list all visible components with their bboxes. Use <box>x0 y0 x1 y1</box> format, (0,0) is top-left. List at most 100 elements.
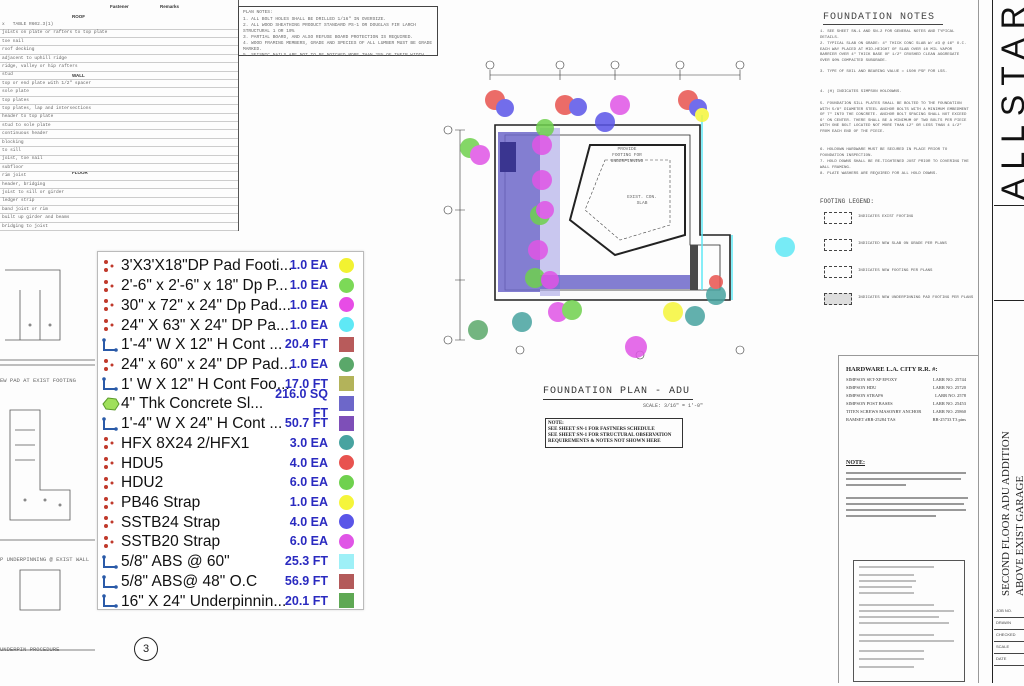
sheet-divider-vertical <box>838 355 839 683</box>
plan-scale: SCALE: 3/16" = 1'-0" <box>643 403 704 409</box>
hardware-row-label: SIMPSON POST BASES <box>846 401 893 406</box>
takeoff-item-row[interactable]: SSTB20 Strap 6.0 EA <box>98 532 363 552</box>
foundation-note: 7. HOLD DOWNS SHALL BE RE-TIGHTENED JUST… <box>820 160 969 170</box>
title-block-cell: SCALE <box>996 644 1010 649</box>
schedule-row-label: blocking <box>2 139 24 145</box>
takeoff-item-color-swatch <box>339 258 354 273</box>
hardware-row: SIMPSON POST BASES LARR NO. 25453 <box>846 401 966 406</box>
title-block-cell: DRAWN <box>996 620 1011 625</box>
schedule-row: top plates <box>0 98 238 106</box>
schedule-row: x TABLE R602.3(1) <box>0 22 238 30</box>
schedule-row: joists on plate or rafters to top plate <box>0 30 238 38</box>
takeoff-item-row[interactable]: SSTB24 Strap 4.0 EA <box>98 512 363 532</box>
schedule-row-label: joist to sill or girder <box>2 190 65 195</box>
takeoff-item-color-swatch <box>339 356 354 372</box>
takeoff-item-row[interactable]: 30" x 72" x 24" Dp Pad... 1.0 EA <box>98 295 363 315</box>
schedule-row-label: joist, toe nail <box>2 156 43 162</box>
takeoff-item-row[interactable]: 5/8" ABS@ 48" O.C 56.9 FT <box>98 572 363 592</box>
schedule-row-label: rim joist <box>2 173 27 179</box>
takeoff-item-qty: 3.0 EA <box>289 435 328 450</box>
takeoff-item-color-swatch <box>339 593 354 609</box>
schedule-row-label: to sill <box>2 148 21 153</box>
takeoff-item-color-swatch <box>339 297 354 313</box>
takeoff-item-color-swatch <box>339 415 354 431</box>
linear-measure-icon <box>102 338 118 352</box>
plan-notes-line: 2. ALL WOOD SHEATHING PRODUCT STANDARD P… <box>243 23 416 34</box>
takeoff-item-qty: 20.4 FT <box>284 337 328 352</box>
hardware-row-value: RR-25733 T3 pins <box>932 417 966 422</box>
schedule-row-label: ledger strip <box>2 198 35 204</box>
count-dots-icon <box>102 535 118 549</box>
linear-measure-icon <box>102 377 118 392</box>
title-block-divider-2 <box>994 300 1024 301</box>
foundation-note: 3. TYPE OF SOIL AND BEARING VALUE = 1500… <box>820 70 948 74</box>
hardware-row-label: RAMSET #RR-25284 TAS <box>846 417 896 422</box>
label-underpin-procedure: UNDERPIN PROCEDURE <box>0 646 60 653</box>
takeoff-item-color-swatch <box>339 317 354 333</box>
takeoff-item-row[interactable]: 1'-4" W X 24" H Cont ... 50.7 FT <box>98 414 363 434</box>
hardware-row-value: LARR NO. 25453 <box>932 401 966 406</box>
schedule-row: blocking <box>0 140 238 148</box>
schedule-row: toe nail <box>0 39 238 47</box>
takeoff-item-row[interactable]: 2'-6" x 2'-6" x 18" Dp P... 1.0 EA <box>98 276 363 296</box>
takeoff-item-qty: 20.1 FT <box>284 593 328 608</box>
takeoff-item-row[interactable]: 5/8" ABS @ 60" 25.3 FT <box>98 552 363 572</box>
schedule-row: top plates, lap and intersections <box>0 106 238 114</box>
takeoff-item-row[interactable]: 24" x 60" x 24" DP Pad... 1.0 EA <box>98 355 363 375</box>
schedule-row: roof decking <box>0 47 238 55</box>
schedule-row: band joist or rim <box>0 207 238 215</box>
takeoff-item-row[interactable]: HDU2 6.0 EA <box>98 473 363 493</box>
schedule-row-label: sole plate <box>2 89 30 95</box>
schedule-row: adjacent to uphill ridge <box>0 56 238 64</box>
takeoff-item-row[interactable]: 4" Thk Concrete Sl... 216.0 SQ FT <box>98 387 363 420</box>
takeoff-item-row[interactable]: 16" X 24" Underpinnin... 20.1 FT <box>98 591 363 611</box>
takeoff-item-color-swatch <box>339 336 354 352</box>
title-block-cell: DATE <box>996 656 1007 661</box>
left-detail-drawings <box>0 269 95 651</box>
takeoff-item-qty: 25.3 FT <box>284 554 328 569</box>
takeoff-item-row[interactable]: 1'-4" W X 12" H Cont ... 20.4 FT <box>98 335 363 355</box>
title-block-cell: CHECKED <box>996 632 1016 637</box>
schedule-row: stud <box>0 72 238 80</box>
takeoff-item-qty: 50.7 FT <box>284 416 328 431</box>
plan-notes-title: PLAN NOTES: <box>243 10 273 15</box>
takeoff-item-color-swatch <box>339 494 354 510</box>
schedule-row-label: bridging to joist <box>2 223 48 229</box>
page-number-badge[interactable]: 3 <box>134 637 158 661</box>
count-dots-icon <box>102 436 118 450</box>
schedule-row: continuous header <box>0 131 238 139</box>
takeoff-item-qty: 1.0 EA <box>289 258 328 273</box>
count-dots-icon <box>102 298 118 312</box>
foundation-note: 5. FOUNDATION SILL PLATES SHALL BE BOLTE… <box>820 102 969 134</box>
takeoff-item-row[interactable]: HFX 8X24 2/HFX1 3.0 EA <box>98 433 363 453</box>
schedule-row-label: adjacent to uphill ridge <box>2 55 67 61</box>
title-block-cell: JOB NO. <box>996 608 1013 613</box>
takeoff-item-color-swatch <box>339 435 354 451</box>
takeoff-item-row[interactable]: 3'X3'X18"DP Pad Footi... 1.0 EA <box>98 256 363 276</box>
takeoff-item-row[interactable]: PB46 Strap 1.0 EA <box>98 493 363 513</box>
schedule-row-label: header to top plate <box>2 114 54 120</box>
takeoff-legend-panel: 3'X3'X18"DP Pad Footi... 1.0 EA 2'-6" x 2'… <box>97 251 364 610</box>
takeoff-item-qty: 1.0 EA <box>289 317 328 332</box>
hardware-row-label: SIMPSON STRAPS <box>846 393 884 398</box>
hardware-row-value: LARR NO. 25720 <box>932 385 966 390</box>
schedule-row-label: stud <box>2 72 13 78</box>
takeoff-item-qty: 1.0 EA <box>289 297 328 312</box>
foundation-note: 2. TYPICAL SLAB ON GRADE: 4" THICK CONC … <box>820 42 967 63</box>
schedule-row-label: ridge, valley or hip rafters <box>2 64 78 69</box>
schedule-row: top or end plate with 1/2" spacer <box>0 81 238 89</box>
title-block-cell-line <box>994 641 1024 642</box>
title-block-cell-line <box>994 629 1024 630</box>
hardware-note-text <box>846 470 971 550</box>
takeoff-item-row[interactable]: 24" X 63" X 24" DP Pa... 1.0 EA <box>98 315 363 335</box>
hardware-row: RAMSET #RR-25284 TAS RR-25733 T3 pins <box>846 417 966 422</box>
takeoff-item-row[interactable]: HDU5 4.0 EA <box>98 453 363 473</box>
label-underpinning: P UNDERPINNING @ EXIST WALL <box>0 556 90 563</box>
hardware-row-value: LARR NO. 25860 <box>932 409 966 414</box>
plan-note-lines: SEE SHEET SN-1 FOR FASTNERS SCHEDULE SEE … <box>548 427 680 445</box>
plan-title: FOUNDATION PLAN - ADU <box>543 386 691 397</box>
footing-legend-swatch <box>824 266 852 278</box>
schedule-row: sole plate <box>0 89 238 97</box>
footing-legend-title: FOOTING LEGEND: <box>820 198 875 205</box>
schedule-row: subfloor <box>0 165 238 173</box>
